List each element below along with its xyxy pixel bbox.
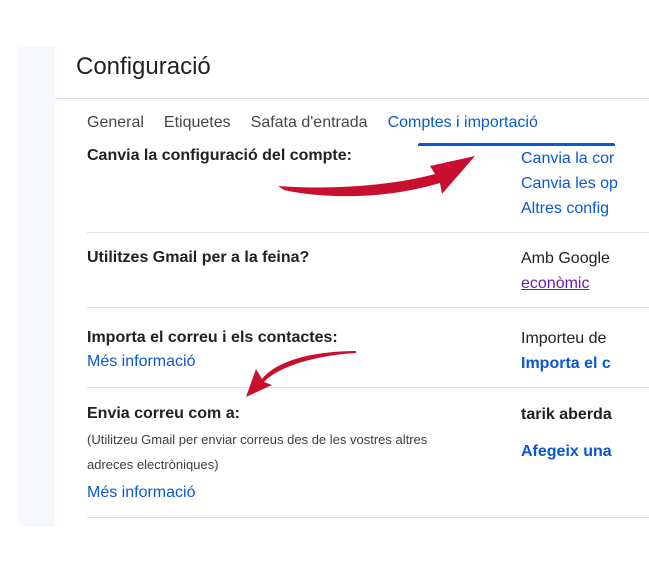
account-settings-links: Canvia la cor Canvia les op Altres confi… [521,146,649,221]
import-label: Importa el correu i els contactes: [87,329,338,346]
account-settings-label: Canvia la configuració del compte: [87,147,352,164]
send-as-info: tarik aberda Afegeix una [521,402,649,464]
add-another-address-link[interactable]: Afegeix una [521,439,649,464]
change-account-settings-link[interactable]: Canvia la cor [521,146,649,171]
row-divider [87,387,649,388]
row-divider [87,517,649,518]
import-learn-more-link[interactable]: Més informació [87,353,195,371]
gmail-for-work-text: Amb Google [521,250,610,267]
send-as-note-line2: adreces electròniques) [87,457,219,472]
send-as-learn-more-link[interactable]: Més informació [87,484,195,502]
import-mail-link[interactable]: Importa el c [521,351,649,376]
settings-content: Canvia la configuració del compte: Canvi… [0,0,649,573]
send-as-label: Envia correu com a: [87,405,240,422]
gmail-for-work-info: Amb Google econòmic [521,246,649,296]
send-as-account-name: tarik aberda [521,406,612,423]
gmail-for-work-link[interactable]: econòmic [521,271,649,296]
change-options-link[interactable]: Canvia les op [521,171,649,196]
gmail-for-work-label: Utilitzes Gmail per a la feina? [87,249,310,266]
import-info: Importeu de Importa el c [521,326,649,376]
other-settings-link[interactable]: Altres config [521,196,649,221]
row-divider [87,307,649,308]
settings-screen: Configuració General Etiquetes Safata d'… [0,0,649,573]
import-text: Importeu de [521,330,607,347]
row-divider [87,232,649,233]
send-as-note-line1: (Utilitzeu Gmail per enviar correus des … [87,432,428,447]
